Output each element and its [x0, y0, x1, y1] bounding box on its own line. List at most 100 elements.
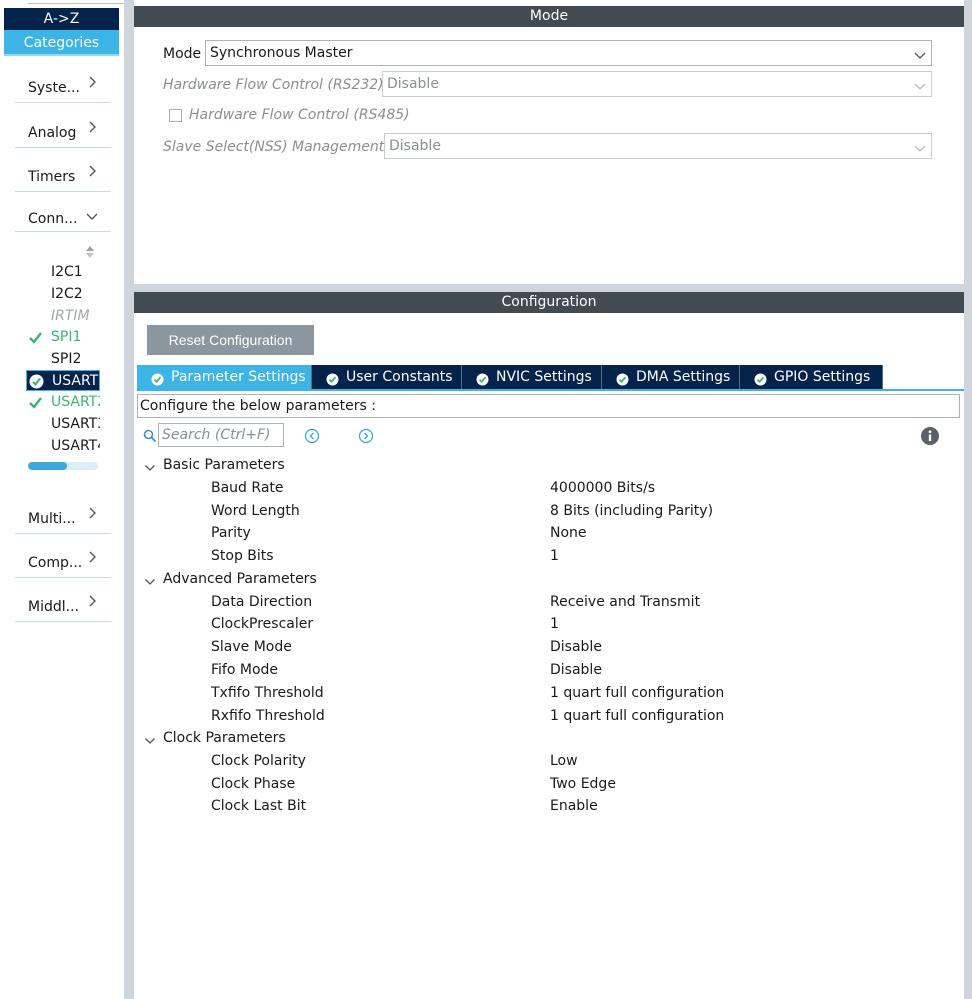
category-connectivity[interactable]: Conn... — [15, 200, 111, 232]
chevron-down-icon — [144, 573, 156, 585]
nss-label: Slave Select(NSS) Management — [163, 139, 385, 155]
hwfc-rs232-value: Disable — [387, 76, 439, 92]
sidebar-search-edge — [28, 0, 126, 4]
hwfc-rs485-label: Hardware Flow Control (RS485) — [189, 107, 410, 123]
category-multimedia[interactable]: Multi... — [15, 502, 111, 534]
sidebar: A->Z Categories Syste... Analog Timers C… — [0, 0, 126, 999]
peripheral-item[interactable]: SPI1 — [26, 327, 100, 348]
group-advanced-parameters[interactable]: Advanced Parameters — [142, 568, 342, 590]
category-middleware[interactable]: Middl... — [15, 590, 111, 622]
param-name: Data Direction — [211, 594, 313, 610]
peripheral-item[interactable]: USART3 — [26, 414, 100, 435]
peripheral-item[interactable]: I2C2 — [26, 284, 100, 305]
tab-categories[interactable]: Categories — [4, 30, 119, 56]
peripheral-label: SPI2 — [51, 351, 82, 367]
param-name: Clock Polarity — [211, 753, 306, 769]
param-value[interactable]: 1 quart full configuration — [550, 705, 724, 727]
peripheral-item[interactable]: USART4 — [26, 436, 100, 457]
info-icon[interactable] — [920, 426, 940, 446]
chevron-down-icon — [913, 139, 927, 153]
category-timers[interactable]: Timers — [15, 160, 111, 192]
reset-configuration-button[interactable]: Reset Configuration — [147, 325, 314, 355]
scroll-progress-fill — [28, 462, 67, 470]
config-tabbar: Parameter Settings User Constants NVIC S… — [137, 365, 964, 391]
param-name: Fifo Mode — [211, 662, 279, 678]
sort-icon[interactable] — [84, 244, 96, 260]
chevron-down-icon — [913, 46, 927, 60]
param-name: Clock Last Bit — [211, 798, 307, 814]
mode-label: Mode — [163, 46, 202, 62]
search-input[interactable] — [158, 423, 284, 447]
check-circle-icon — [616, 370, 629, 386]
check-circle-icon — [151, 370, 164, 386]
right-splitter — [964, 0, 972, 999]
param-value[interactable]: 4000000 Bits/s — [550, 477, 655, 499]
category-label: Conn... — [28, 211, 78, 227]
tab-a-z[interactable]: A->Z — [4, 8, 119, 30]
chevron-right-icon — [85, 506, 99, 520]
check-circle-icon — [29, 374, 44, 389]
group-clock-parameters[interactable]: Clock Parameters — [142, 727, 342, 749]
peripheral-item[interactable]: SPI2 — [26, 349, 100, 370]
tab-user-constants[interactable]: User Constants — [312, 365, 462, 389]
group-label: Basic Parameters — [163, 457, 285, 473]
param-name: Parity — [211, 525, 251, 541]
chevron-right-icon — [85, 164, 99, 178]
chevron-right-icon — [85, 75, 99, 89]
param-name: Rxfifo Threshold — [211, 708, 325, 724]
hwfc-rs485-checkbox[interactable] — [169, 109, 182, 122]
peripheral-item[interactable]: IRTIM — [26, 306, 100, 327]
category-computing[interactable]: Comp... — [15, 546, 111, 578]
next-match-icon[interactable] — [358, 428, 374, 444]
sidebar-splitter[interactable] — [124, 0, 134, 999]
param-value[interactable]: 1 quart full configuration — [550, 682, 724, 704]
param-value[interactable]: 8 Bits (including Parity) — [550, 500, 713, 522]
peripheral-label: USART4 — [51, 438, 100, 454]
tab-label: NVIC Settings — [496, 369, 592, 385]
param-name: Baud Rate — [211, 480, 284, 496]
chevron-right-icon — [85, 594, 99, 608]
param-value[interactable]: 1 — [550, 545, 559, 567]
check-circle-icon — [476, 370, 489, 386]
param-value[interactable]: Two Edge — [550, 773, 616, 795]
tab-label: User Constants — [346, 369, 453, 385]
param-value[interactable]: Disable — [550, 659, 602, 681]
tab-nvic-settings[interactable]: NVIC Settings — [462, 365, 602, 389]
category-analog[interactable]: Analog — [15, 116, 111, 148]
chevron-down-icon — [144, 732, 156, 744]
mode-header: Mode — [134, 6, 964, 27]
scroll-progress-bar[interactable] — [28, 462, 98, 470]
param-value[interactable]: 1 — [550, 613, 559, 635]
param-value[interactable]: Low — [550, 750, 578, 772]
tab-label: GPIO Settings — [774, 369, 871, 385]
tab-dma-settings[interactable]: DMA Settings — [602, 365, 740, 389]
tab-gpio-settings[interactable]: GPIO Settings — [740, 365, 883, 389]
param-value[interactable]: Disable — [550, 636, 602, 658]
peripheral-item-selected[interactable]: USART1 — [26, 370, 100, 391]
param-value[interactable]: Enable — [550, 795, 598, 817]
peripheral-label: USART3 — [51, 416, 100, 432]
hwfc-rs232-select[interactable]: Disable — [382, 71, 932, 97]
param-value[interactable]: None — [550, 522, 587, 544]
check-circle-icon — [754, 370, 767, 386]
panel-splitter[interactable] — [134, 284, 964, 292]
category-label: Analog — [28, 125, 77, 141]
configure-hint: Configure the below parameters : — [137, 394, 960, 418]
category-label: Syste... — [28, 80, 80, 96]
peripheral-label: IRTIM — [51, 308, 90, 324]
peripheral-item[interactable]: I2C1 — [26, 262, 100, 283]
hwfc-rs232-label: Hardware Flow Control (RS232) — [163, 77, 384, 93]
nss-select[interactable]: Disable — [384, 133, 932, 159]
param-name: Slave Mode — [211, 639, 292, 655]
category-system-core[interactable]: Syste... — [15, 71, 111, 103]
previous-match-icon[interactable] — [304, 428, 320, 444]
param-value[interactable]: Receive and Transmit — [550, 591, 700, 613]
peripheral-label: USART2 — [51, 394, 100, 410]
peripheral-item[interactable]: USART2 — [26, 392, 100, 413]
mode-select[interactable]: Synchronous Master — [205, 40, 932, 66]
chevron-right-icon — [85, 550, 99, 564]
group-basic-parameters[interactable]: Basic Parameters — [142, 454, 342, 476]
group-label: Clock Parameters — [163, 730, 286, 746]
tab-parameter-settings[interactable]: Parameter Settings — [137, 365, 312, 389]
param-name: Word Length — [211, 503, 300, 519]
